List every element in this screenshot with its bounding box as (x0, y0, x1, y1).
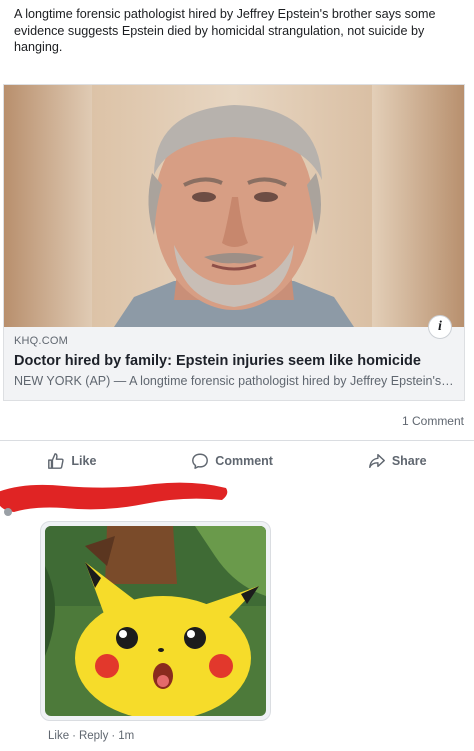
pikachu-illustration (45, 526, 266, 716)
comment-count[interactable]: 1 Comment (402, 414, 464, 428)
link-title[interactable]: Doctor hired by family: Epstein injuries… (14, 353, 454, 369)
share-button[interactable]: Share (368, 452, 427, 470)
info-icon[interactable]: i (428, 315, 452, 339)
comment-label: Comment (215, 454, 273, 468)
link-preview-image[interactable] (4, 85, 464, 327)
comment-reply-link[interactable]: Reply (79, 730, 108, 742)
portrait-photo (114, 105, 354, 327)
comment-image[interactable] (40, 521, 271, 721)
separator-dot: · (111, 730, 116, 742)
like-label: Like (71, 454, 97, 468)
like-button[interactable]: Like (47, 452, 96, 470)
link-preview-meta: KHQ.COM Doctor hired by family: Epstein … (4, 327, 464, 388)
share-label: Share (391, 454, 427, 468)
thumbs-up-icon (48, 453, 65, 469)
post-text: A longtime forensic pathologist hired by… (14, 7, 436, 54)
divider (0, 440, 474, 441)
comment-actions: Like · Reply · 1m (48, 730, 134, 742)
comment-icon (192, 453, 209, 469)
redaction-scribble (0, 482, 228, 516)
post-actions: Like Comment Share (0, 446, 474, 476)
facebook-post: A longtime forensic pathologist hired by… (0, 0, 474, 751)
comment-button[interactable]: Comment (191, 452, 273, 470)
share-icon (368, 453, 385, 469)
link-preview-card[interactable]: i KHQ.COM Doctor hired by family: Epstei… (3, 84, 465, 401)
comment-timestamp[interactable]: 1m (118, 730, 134, 742)
link-description: NEW YORK (AP) — A longtime forensic path… (14, 374, 454, 388)
link-domain: KHQ.COM (14, 335, 68, 347)
surprised-pikachu-image (45, 526, 266, 716)
comment-like-link[interactable]: Like (48, 730, 69, 742)
separator-dot: · (72, 730, 76, 742)
